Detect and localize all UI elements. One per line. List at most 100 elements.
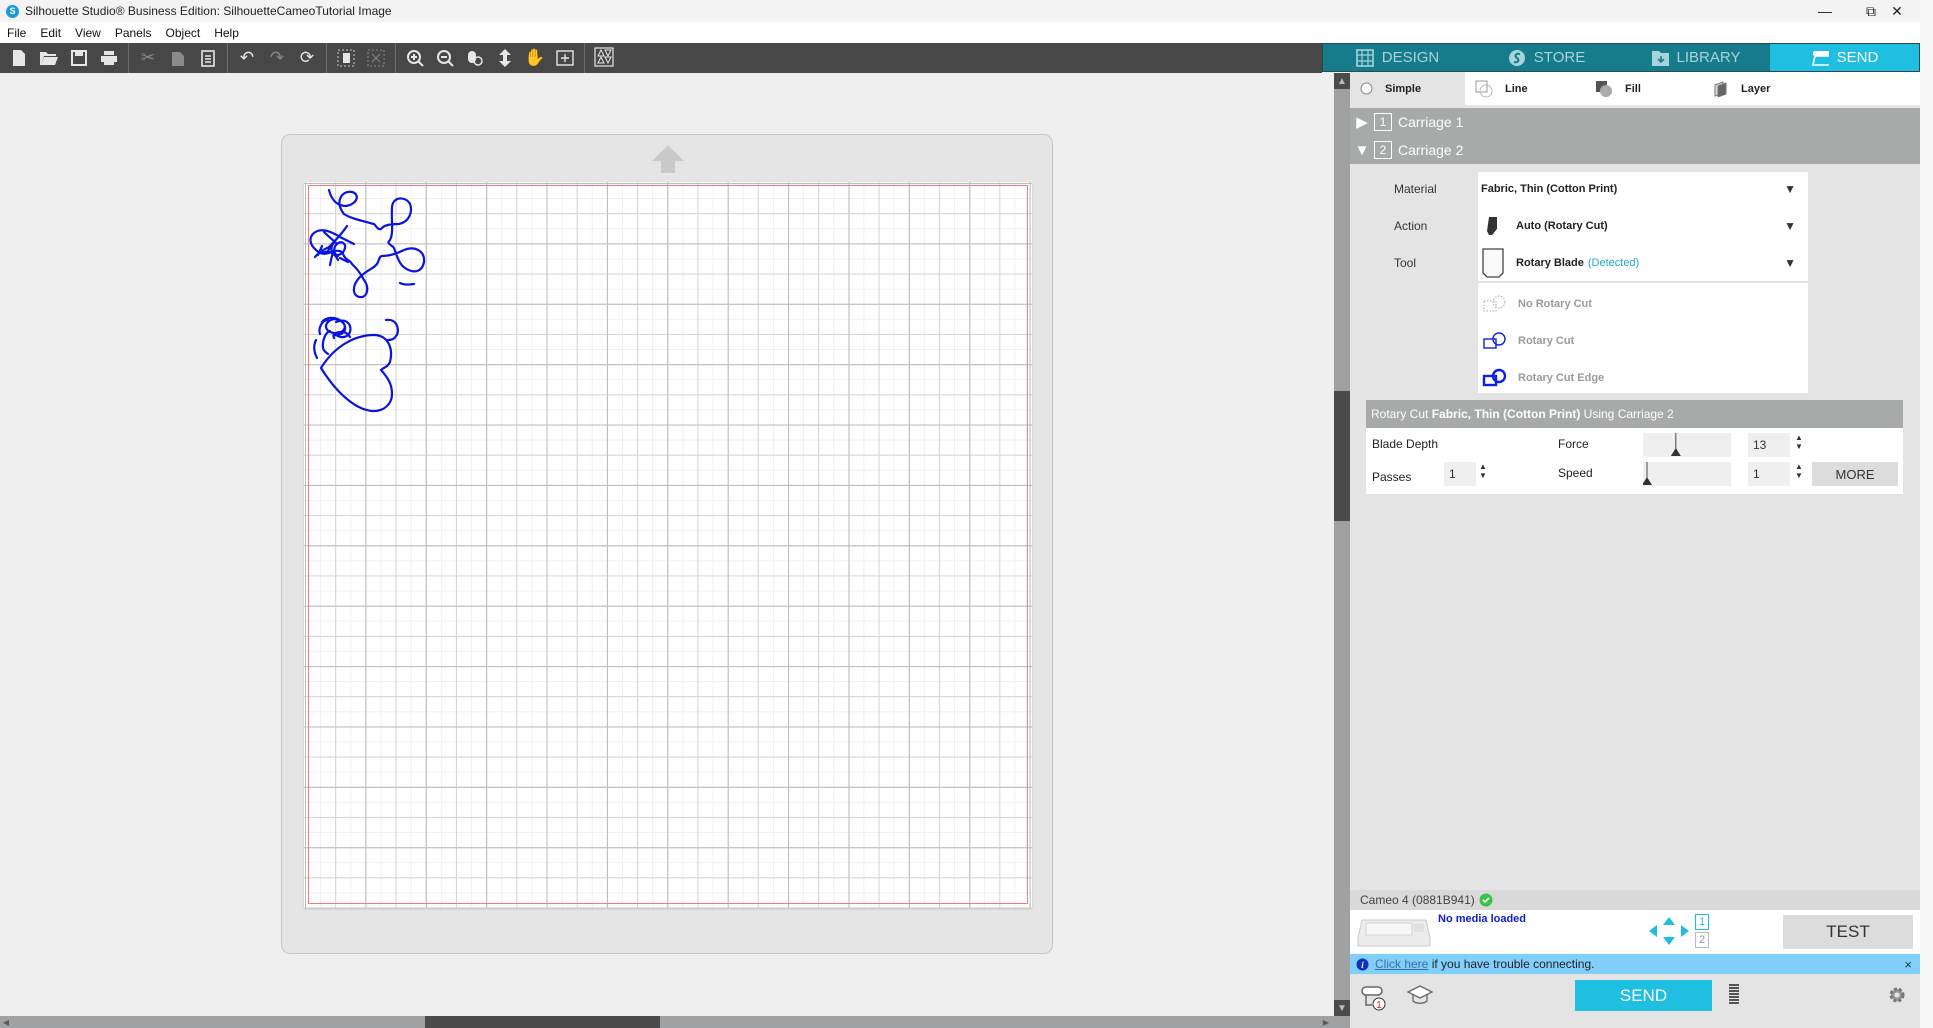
menu-object[interactable]: Object <box>159 26 208 40</box>
send-mode-tabs: Simple Line Fill Layer <box>1350 72 1920 105</box>
move-carriage-arrows-icon[interactable] <box>1648 916 1690 946</box>
send-queue-icon[interactable]: 1 <box>1360 984 1388 1012</box>
tab-send[interactable]: SEND <box>1770 44 1919 71</box>
tutorial-graduation-cap-icon[interactable] <box>1407 984 1433 1006</box>
tab-design[interactable]: DESIGN <box>1323 44 1472 71</box>
speed-input[interactable]: 1 <box>1748 462 1790 486</box>
media-feed-icon[interactable] <box>1728 983 1740 1005</box>
settings-material-name: Fabric, Thin (Cotton Print) <box>1431 407 1581 421</box>
speed-slider-thumb[interactable] <box>1642 477 1652 485</box>
tool-dropdown[interactable]: Rotary Blade (Detected) ▼ <box>1478 246 1808 280</box>
redo-icon[interactable]: ↷ <box>262 43 292 73</box>
material-dropdown[interactable]: Fabric, Thin (Cotton Print) ▼ <box>1478 172 1808 206</box>
scroll-right-arrow-icon[interactable]: ▶ <box>1320 1016 1332 1028</box>
action-options-list: No Rotary Cut Rotary Cut Rotary Cut Edge <box>1478 283 1808 393</box>
menu-view[interactable]: View <box>68 26 108 40</box>
cutter-icon <box>1811 49 1829 67</box>
speed-stepper[interactable]: ▲ ▼ <box>1794 462 1804 480</box>
option-no-rotary-cut[interactable]: No Rotary Cut <box>1478 289 1808 319</box>
speed-slider[interactable] <box>1642 462 1731 486</box>
print-icon[interactable] <box>94 43 124 73</box>
send-panel: DESIGN STORE LIBRARY SEND Simple Line Fi… <box>1322 43 1920 1028</box>
carriage-2-row[interactable]: ▼ 2 Carriage 2 <box>1350 136 1920 164</box>
line-mode-icon <box>1475 80 1493 97</box>
force-input[interactable]: 13 <box>1748 433 1790 457</box>
canvas-horizontal-scrollbar[interactable]: ◀ ▶ <box>0 1016 1334 1028</box>
speed-label: Speed <box>1558 466 1593 480</box>
minimize-button[interactable]: — <box>1802 0 1848 22</box>
trace-icon[interactable] <box>589 43 619 73</box>
close-button[interactable]: ✕ <box>1874 0 1920 22</box>
fit-to-page-icon[interactable] <box>550 43 580 73</box>
carriage-1-row[interactable]: ▶ 1 Carriage 1 <box>1350 108 1920 136</box>
option-rotary-cut[interactable]: Rotary Cut <box>1478 326 1808 356</box>
cut-icon[interactable]: ✂ <box>133 43 163 73</box>
horizontal-scroll-thumb[interactable] <box>425 1016 660 1028</box>
close-info-icon[interactable]: × <box>1904 957 1912 972</box>
scroll-left-arrow-icon[interactable]: ◀ <box>0 1016 12 1028</box>
redraw-icon[interactable]: ⟳ <box>292 43 322 73</box>
canvas-vertical-scrollbar[interactable]: ▲ ▼ <box>1334 73 1350 1016</box>
zoom-out-icon[interactable] <box>430 43 460 73</box>
vertical-scroll-thumb[interactable] <box>1334 391 1350 521</box>
scroll-up-arrow-icon[interactable]: ▲ <box>1334 73 1350 89</box>
info-icon: i <box>1356 958 1369 970</box>
new-document-icon[interactable] <box>4 43 34 73</box>
chevron-down-icon: ▼ <box>1784 219 1796 233</box>
scroll-down-arrow-icon[interactable]: ▼ <box>1334 1000 1350 1016</box>
menu-file[interactable]: File <box>0 26 33 40</box>
force-slider[interactable] <box>1643 433 1731 457</box>
tab-store[interactable]: STORE <box>1472 44 1621 71</box>
action-dropdown[interactable]: Auto (Rotary Cut) ▼ <box>1478 209 1808 243</box>
send-button[interactable]: SEND <box>1575 980 1712 1011</box>
connection-info-bar: i Click here if you have trouble connect… <box>1350 954 1920 974</box>
mode-fill[interactable]: Fill <box>1585 72 1703 105</box>
undo-icon[interactable]: ↶ <box>232 43 262 73</box>
expand-arrow-icon[interactable]: ▶ <box>1350 113 1374 131</box>
collapse-arrow-icon[interactable]: ▼ <box>1350 142 1374 159</box>
deselect-icon[interactable] <box>361 43 391 73</box>
zoom-select-icon[interactable] <box>460 43 490 73</box>
mode-line[interactable]: Line <box>1465 72 1585 105</box>
zoom-in-icon[interactable] <box>400 43 430 73</box>
menu-panels[interactable]: Panels <box>108 26 159 40</box>
paste-icon[interactable] <box>193 43 223 73</box>
passes-stepper[interactable]: ▲ ▼ <box>1478 462 1488 480</box>
hand-icon[interactable]: ✋ <box>520 43 550 73</box>
cutter-machine-icon <box>1357 919 1431 947</box>
rotary-cut-icon <box>1480 331 1510 351</box>
carriage-select-1[interactable]: 1 <box>1695 914 1709 930</box>
mode-layer[interactable]: Layer <box>1703 72 1823 105</box>
copy-icon[interactable] <box>163 43 193 73</box>
menu-edit[interactable]: Edit <box>33 26 68 40</box>
force-stepper[interactable]: ▲ ▼ <box>1794 433 1804 451</box>
more-button[interactable]: MORE <box>1812 462 1898 486</box>
save-icon[interactable] <box>64 43 94 73</box>
pan-drag-icon[interactable] <box>490 43 520 73</box>
select-all-icon[interactable] <box>331 43 361 73</box>
test-button[interactable]: TEST <box>1783 915 1913 949</box>
settings-gear-icon[interactable] <box>1887 985 1907 1005</box>
heart-sketch <box>319 333 394 413</box>
blade-depth-label: Blade Depth <box>1372 437 1439 451</box>
open-folder-icon[interactable] <box>34 43 64 73</box>
design-canvas[interactable] <box>0 73 1334 1016</box>
device-status-row: Cameo 4 (0881B941) <box>1350 890 1920 910</box>
click-here-link[interactable]: Click here <box>1375 957 1428 971</box>
sketch-drawing[interactable] <box>304 182 1032 908</box>
rotary-cut-edge-icon <box>1480 368 1510 388</box>
force-slider-thumb[interactable] <box>1670 448 1681 456</box>
mode-simple[interactable]: Simple <box>1350 72 1465 105</box>
device-name: Cameo 4 (0881B941) <box>1360 893 1475 907</box>
library-download-icon <box>1651 49 1669 67</box>
force-label: Force <box>1558 437 1589 451</box>
tab-library[interactable]: LIBRARY <box>1621 44 1770 71</box>
carriage-2-label: Carriage 2 <box>1398 142 1464 158</box>
cutting-mat <box>281 134 1053 954</box>
menu-help[interactable]: Help <box>207 26 246 40</box>
option-rotary-cut-edge[interactable]: Rotary Cut Edge <box>1478 363 1808 393</box>
carriage-1-label: Carriage 1 <box>1398 114 1464 130</box>
passes-input[interactable]: 1 <box>1444 462 1476 486</box>
carriage-select-2[interactable]: 2 <box>1695 932 1709 948</box>
cut-settings-header: Rotary Cut Fabric, Thin (Cotton Print) U… <box>1366 400 1903 428</box>
